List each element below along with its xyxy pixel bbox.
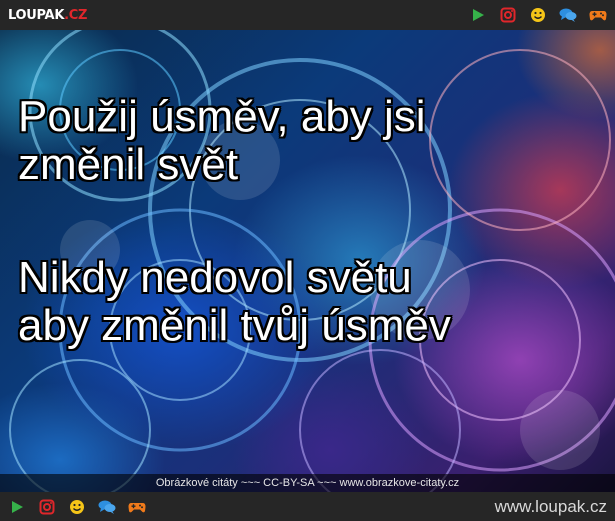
logo-main-text: LOUPAK xyxy=(8,7,65,23)
quote-block-2: Nikdy nedovol světu aby změnil tvůj úsmě… xyxy=(18,254,608,350)
logo-suffix-text: .CZ xyxy=(64,7,88,23)
top-bar: LOUPAK .CZ xyxy=(0,0,615,30)
quote-image: Použij úsměv, aby jsi změnil svět Nikdy … xyxy=(0,30,615,492)
smiley-icon[interactable] xyxy=(529,6,547,24)
smiley-icon[interactable] xyxy=(68,498,86,516)
page-frame: LOUPAK .CZ Použij úsměv, aby jsi změnil … xyxy=(0,0,615,521)
chat-icon[interactable] xyxy=(559,6,577,24)
site-logo[interactable]: LOUPAK .CZ xyxy=(8,8,87,23)
play-icon[interactable] xyxy=(469,6,487,24)
gamepad-icon[interactable] xyxy=(128,498,146,516)
quote-line-3: Nikdy nedovol světu xyxy=(18,253,412,302)
play-icon[interactable] xyxy=(8,498,26,516)
instagram-icon[interactable] xyxy=(499,6,517,24)
quote-line-2: změnil svět xyxy=(18,140,239,189)
bottom-bar: www.loupak.cz xyxy=(0,492,615,521)
quote-block-1: Použij úsměv, aby jsi změnil svět xyxy=(18,93,608,189)
site-url-link[interactable]: www.loupak.cz xyxy=(495,497,607,517)
image-caption: Obrázkové citáty ~~~ CC-BY-SA ~~~ www.ob… xyxy=(0,474,615,492)
top-icon-bar xyxy=(469,6,607,24)
quote-line-4: aby změnil tvůj úsměv xyxy=(18,301,451,350)
gamepad-icon[interactable] xyxy=(589,6,607,24)
chat-icon[interactable] xyxy=(98,498,116,516)
quote-line-1: Použij úsměv, aby jsi xyxy=(18,92,426,141)
bottom-icon-bar xyxy=(8,498,146,516)
instagram-icon[interactable] xyxy=(38,498,56,516)
